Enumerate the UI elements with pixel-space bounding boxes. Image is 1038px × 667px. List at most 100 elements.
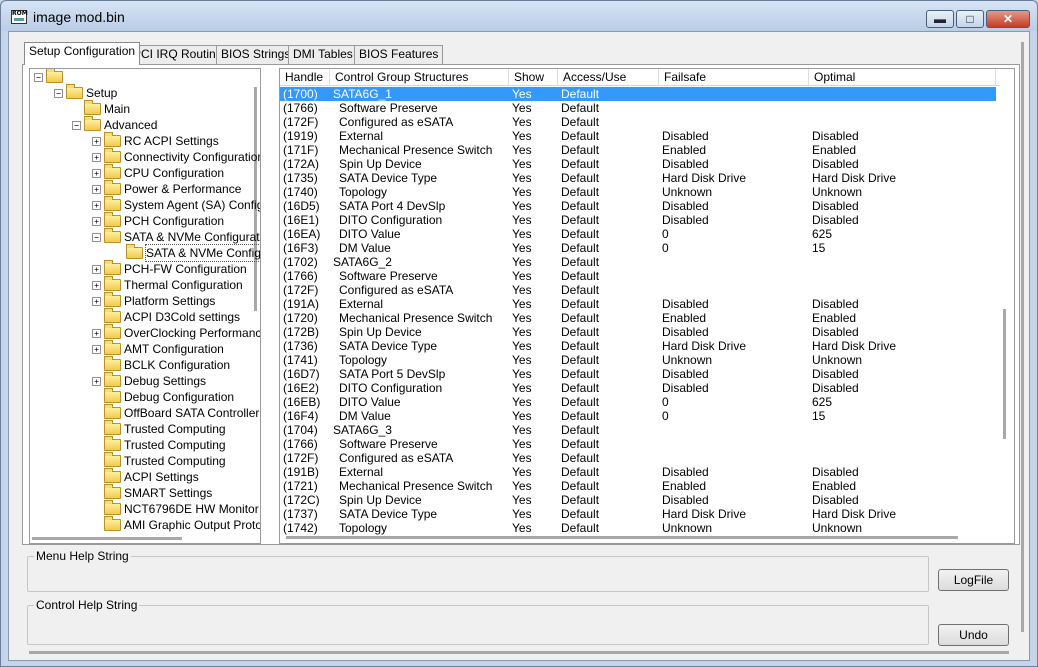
column-header-optimal[interactable]: Optimal [809,69,996,86]
expand-icon[interactable]: + [92,377,101,386]
tree-node[interactable]: OffBoard SATA Controller [30,404,259,421]
tree-node[interactable]: Debug Configuration [30,388,252,405]
table-row[interactable]: (172C) Spin Up Device Yes Default Disabled Di… [280,493,996,507]
table-row[interactable]: (1766) Software Preserve Yes Default [280,101,996,115]
undo-button[interactable]: Undo [938,624,1009,646]
table-row[interactable]: (16E1) DITO Configuration Yes Default Disabl… [280,213,996,227]
tree-node[interactable]: ACPI D3Cold settings [30,308,252,325]
expand-icon[interactable]: + [92,297,101,306]
collapse-icon[interactable]: − [92,233,101,242]
tree-node[interactable]: Main [30,100,252,117]
table-row[interactable]: (1766) Software Preserve Yes Default [280,437,996,451]
tab-pci-irq-routing[interactable]: PCI IRQ Routing [128,45,228,64]
expand-icon[interactable]: + [92,281,101,290]
tree-node[interactable]: ACPI Settings [30,468,252,485]
tree-node[interactable]: + PCH Configuration [30,212,252,229]
tree-node[interactable]: + Power & Performance [30,180,252,197]
table-row[interactable]: (16EA) DITO Value Yes Default 0 625 [280,227,996,241]
tree-node[interactable]: + PCH-FW Configuration [30,260,252,277]
tree-node[interactable]: + OverClocking Performance Menu [30,324,260,341]
window-vertical-scrollbar[interactable] [1018,42,1028,642]
tree-node[interactable]: − Advanced [30,116,252,133]
table-row[interactable]: (16D7) SATA Port 5 DevSlp Yes Default Disabl… [280,367,996,381]
table-row[interactable]: (172B) Spin Up Device Yes Default Disabled Di… [280,325,996,339]
expand-icon[interactable]: + [92,201,101,210]
expand-icon[interactable]: + [92,153,101,162]
tab-bios-strings[interactable]: BIOS Strings [216,45,296,64]
column-header-access-use[interactable]: Access/Use [558,69,659,86]
expand-icon[interactable]: + [92,345,101,354]
tree-node[interactable]: − [30,69,252,85]
collapse-icon[interactable]: − [54,89,63,98]
tab-dmi-tables[interactable]: DMI Tables [288,45,358,64]
table-row[interactable]: (1741) Topology Yes Default Unknown Unknown [280,353,996,367]
grid-vertical-scrollbar[interactable] [1000,69,1014,543]
tab-bios-features[interactable]: BIOS Features [354,45,444,64]
table-row[interactable]: (16E2) DITO Configuration Yes Default Disabl… [280,381,996,395]
column-header-handle[interactable]: Handle [280,69,330,86]
expand-icon[interactable]: + [92,137,101,146]
collapse-icon[interactable]: − [72,121,81,130]
table-row[interactable]: (172F) Configured as eSATA Yes Default [280,283,996,297]
minimize-button[interactable]: ▬ [926,10,954,28]
table-row[interactable]: (1720) Mechanical Presence Switch Yes Defau… [280,311,996,325]
column-header-show[interactable]: Show [509,69,558,86]
table-row[interactable]: (1700) SATA6G_1 Yes Default [280,87,996,101]
table-row[interactable]: (1736) SATA Device Type Yes Default Hard Dis… [280,339,996,353]
column-header-failsafe[interactable]: Failsafe [659,69,809,86]
tree-node[interactable]: + CPU Configuration [30,164,252,181]
expand-icon[interactable]: + [92,265,101,274]
table-row[interactable]: (172F) Configured as eSATA Yes Default [280,451,996,465]
table-row[interactable]: (16F3) DM Value Yes Default 0 15 [280,241,996,255]
tree-horizontal-thumb[interactable] [32,537,182,540]
tree-node[interactable]: SATA & NVMe Configuration [30,244,260,262]
tree-node[interactable]: Trusted Computing [30,436,252,453]
expand-icon[interactable]: + [92,169,101,178]
table-row[interactable]: (172F) Configured as eSATA Yes Default [280,115,996,129]
tree-node[interactable]: + Thermal Configuration [30,276,252,293]
tree-node[interactable]: + Debug Settings [30,372,252,389]
tree-vertical-scrollbar[interactable] [251,69,260,543]
expand-icon[interactable]: + [92,185,101,194]
tree-node[interactable]: SMART Settings [30,484,252,501]
tree-node[interactable]: BCLK Configuration [30,356,252,373]
table-row[interactable]: (1919) External Yes Default Disabled Disabled [280,129,996,143]
table-row[interactable]: (1704) SATA6G_3 Yes Default [280,423,996,437]
window-horizontal-scrollbar[interactable] [29,649,1014,657]
table-row[interactable]: (1740) Topology Yes Default Unknown Unknown [280,185,996,199]
table-row[interactable]: (1702) SATA6G_2 Yes Default [280,255,996,269]
table-row[interactable]: (16F4) DM Value Yes Default 0 15 [280,409,996,423]
grid-vertical-thumb[interactable] [1003,309,1006,439]
tree-node[interactable]: NCT6796DE HW Monitor [30,500,259,517]
expand-icon[interactable]: + [92,329,101,338]
table-row[interactable]: (1766) Software Preserve Yes Default [280,269,996,283]
maximize-button[interactable]: □ [956,10,984,28]
table-row[interactable]: (16EB) DITO Value Yes Default 0 625 [280,395,996,409]
table-row[interactable]: (16D5) SATA Port 4 DevSlp Yes Default Disabl… [280,199,996,213]
window-vertical-thumb[interactable] [1021,42,1024,632]
tree-node[interactable]: + Connectivity Configuration [30,148,260,165]
table-row[interactable]: (172A) Spin Up Device Yes Default Disabled Di… [280,157,996,171]
tree-node[interactable]: AMI Graphic Output Protocol Policy [30,516,260,533]
logfile-button[interactable]: LogFile [938,569,1009,591]
collapse-icon[interactable]: − [34,73,43,82]
expand-icon[interactable]: + [92,217,101,226]
table-row[interactable]: (171F) Mechanical Presence Switch Yes Defau… [280,143,996,157]
table-row[interactable]: (1721) Mechanical Presence Switch Yes Defau… [280,479,996,493]
column-header-control-group-structures[interactable]: Control Group Structures [330,69,509,86]
tree-node[interactable]: Trusted Computing [30,420,252,437]
tree-node[interactable]: − SATA & NVMe Configuration [30,228,260,245]
table-row[interactable]: (1737) SATA Device Type Yes Default Hard Dis… [280,507,996,521]
table-row[interactable]: (191B) External Yes Default Disabled Disabled [280,465,996,479]
tree-node[interactable]: Trusted Computing [30,452,252,469]
title-bar[interactable]: ROM image mod.bin ▬ □ ✕ [1,1,1037,31]
table-row[interactable]: (1735) SATA Device Type Yes Default Hard Dis… [280,171,996,185]
tree-node[interactable]: − Setup [30,84,252,101]
tree-node[interactable]: + System Agent (SA) Configuration [30,196,260,213]
tree-node[interactable]: + RC ACPI Settings [30,132,252,149]
window-horizontal-thumb[interactable] [29,651,1009,654]
tab-setup-configuration[interactable]: Setup Configuration [24,42,141,65]
tree-node[interactable]: + Platform Settings [30,292,252,309]
table-row[interactable]: (191A) External Yes Default Disabled Disabled [280,297,996,311]
setup-tree[interactable]: − − Setup Main − Advanced + RC ACPI Settings + Co… [29,68,261,544]
